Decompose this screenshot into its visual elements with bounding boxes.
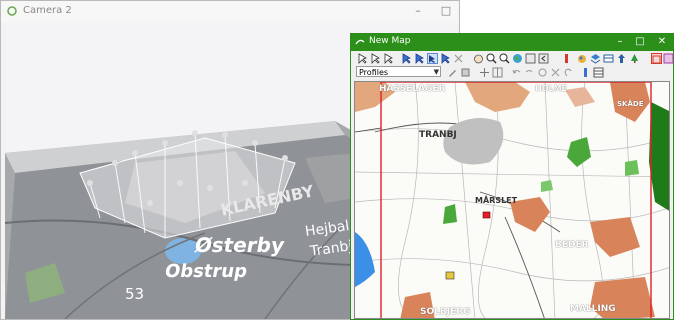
- camera-window-title: Camera 2: [23, 5, 72, 16]
- map-label-skade: SKÅDE: [617, 100, 644, 108]
- cancel-icon[interactable]: [550, 67, 561, 78]
- app-icon: [7, 6, 17, 16]
- maximize-button[interactable]: □: [439, 4, 453, 18]
- pan-hand-icon[interactable]: [473, 53, 484, 64]
- select-add-icon[interactable]: [370, 53, 381, 64]
- map-window-title: New Map: [369, 36, 411, 46]
- minimize-button[interactable]: –: [613, 35, 627, 49]
- camera-titlebar: Camera 2 – □: [1, 1, 459, 23]
- map-label-marslet: MÅRSLET: [475, 196, 518, 205]
- minimize-button[interactable]: –: [411, 4, 425, 18]
- layers-icon[interactable]: [590, 53, 601, 64]
- edit-arrow-icon[interactable]: [401, 53, 412, 64]
- zoom-out-icon[interactable]: [499, 53, 510, 64]
- globe-icon[interactable]: [512, 53, 523, 64]
- map-label-holme: HOLME: [535, 84, 568, 93]
- refresh-icon[interactable]: [537, 67, 548, 78]
- map-label-beder: BEDER: [555, 240, 589, 250]
- info-icon[interactable]: [580, 67, 591, 78]
- map-toolbar-2: [353, 67, 671, 81]
- select-remove-icon[interactable]: [383, 53, 394, 64]
- scene-label-osterby: Østerby: [192, 233, 287, 257]
- undo-icon[interactable]: [511, 67, 522, 78]
- close-button[interactable]: ✕: [655, 35, 669, 49]
- redo-icon[interactable]: [524, 67, 535, 78]
- marker-icon[interactable]: [561, 53, 572, 64]
- map-titlebar: New Map – □ ✕: [351, 34, 673, 51]
- map-canvas[interactable]: HASSELAGER HOLME TRANBJ MÅRSLET BEDER SO…: [354, 81, 670, 319]
- scene-label-53: 53: [125, 285, 145, 303]
- maximize-button[interactable]: □: [633, 35, 647, 49]
- map-label-solbjerg: SOLBJERG: [420, 307, 471, 317]
- layer-add-icon[interactable]: [577, 53, 588, 64]
- style-icon[interactable]: [460, 67, 471, 78]
- zoom-in-icon[interactable]: [486, 53, 497, 64]
- profile-tool-icon[interactable]: [663, 53, 674, 64]
- select-arrow-icon[interactable]: [357, 53, 368, 64]
- grid-icon[interactable]: [492, 67, 503, 78]
- edit-layer-icon[interactable]: [447, 67, 458, 78]
- add-point-icon[interactable]: [479, 67, 490, 78]
- map-label-tranbj: TRANBJ: [419, 130, 457, 140]
- edit-active-icon[interactable]: [427, 53, 438, 64]
- table-icon[interactable]: [603, 53, 614, 64]
- profile-frame-icon[interactable]: [651, 53, 662, 64]
- map-toolbar-1: [353, 53, 674, 67]
- export-icon[interactable]: [616, 53, 627, 64]
- scene-label-obstrup: Obstrup: [163, 261, 249, 282]
- attribute-table-icon[interactable]: [593, 67, 604, 78]
- delete-icon[interactable]: [453, 53, 464, 64]
- map-label-malling: MALLING: [570, 304, 616, 314]
- rotate-icon[interactable]: [563, 67, 574, 78]
- tree-icon[interactable]: [629, 53, 640, 64]
- zoom-previous-icon[interactable]: [538, 53, 549, 64]
- new-map-window: New Map – □ ✕ Profiles ▼ HASSELAGER HOLM…: [350, 33, 674, 320]
- edit-point-icon[interactable]: [440, 53, 451, 64]
- zoom-extent-icon[interactable]: [525, 53, 536, 64]
- edit-vertex-icon[interactable]: [414, 53, 425, 64]
- app-icon: [355, 39, 365, 45]
- map-label-hasselager: HASSELAGER: [379, 84, 446, 94]
